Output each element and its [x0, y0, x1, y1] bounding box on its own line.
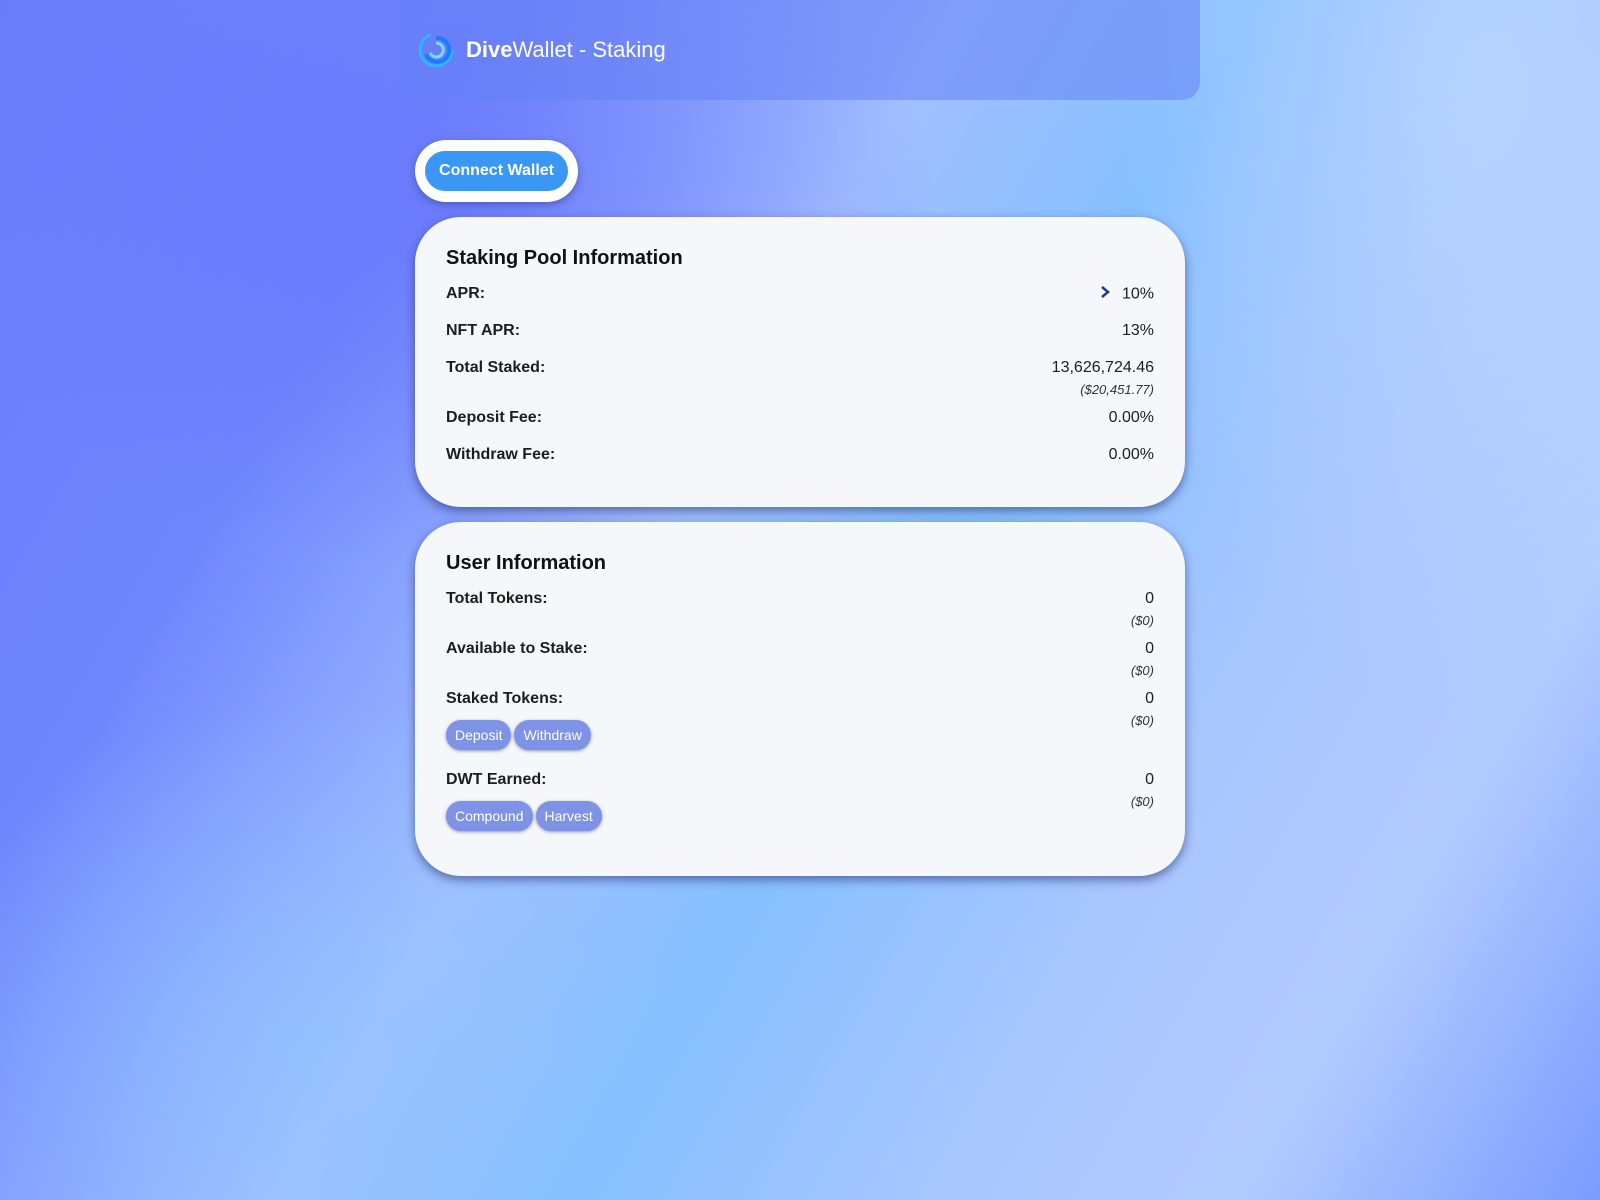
- withdraw-fee-row: Withdraw Fee: 0.00%: [446, 446, 1154, 483]
- user-info-title: User Information: [446, 552, 607, 574]
- staked-tokens-usd: ($0): [1130, 713, 1154, 728]
- staked-tokens-value: 0: [1145, 690, 1154, 707]
- staking-pool-card: Staking Pool Information APR: 10% NFT AP…: [415, 217, 1185, 507]
- deposit-fee-label: Deposit Fee:: [446, 409, 543, 426]
- apr-value: 10%: [1121, 285, 1154, 303]
- total-staked-value: 13,626,724.46: [1051, 359, 1154, 376]
- dwt-earned-values: 0 ($0): [1131, 771, 1154, 852]
- apr-label: APR:: [446, 285, 486, 302]
- available-usd: ($0): [1130, 663, 1154, 678]
- available-row: Available to Stake: 0 ($0): [446, 640, 1154, 690]
- nft-apr-row: NFT APR: 13%: [446, 322, 1154, 359]
- total-tokens-row: Total Tokens: 0 ($0): [446, 590, 1154, 640]
- deposit-fee-value: 0.00%: [1108, 409, 1154, 426]
- user-info-card: User Information Total Tokens: 0 ($0) Av…: [415, 522, 1185, 876]
- total-tokens-value: 0: [1145, 590, 1154, 607]
- total-tokens-values: 0 ($0): [1131, 590, 1154, 640]
- swirl-logo-icon: [418, 32, 454, 68]
- connect-wallet-button[interactable]: Connect Wallet: [425, 151, 568, 191]
- brand-bold: Dive: [466, 37, 513, 62]
- nft-apr-label: NFT APR:: [446, 322, 521, 339]
- staking-pool-title: Staking Pool Information: [446, 247, 683, 269]
- total-staked-row: Total Staked: 13,626,724.46 ($20,451.77): [446, 359, 1154, 409]
- available-values: 0 ($0): [1131, 640, 1154, 690]
- nft-apr-value: 13%: [1121, 322, 1154, 339]
- chevron-right-icon[interactable]: [1100, 285, 1110, 304]
- total-staked-label: Total Staked:: [446, 359, 546, 376]
- app-title: DiveWallet - Staking: [466, 37, 666, 63]
- total-staked-usd: ($20,451.77): [1080, 382, 1154, 397]
- total-staked-values: 13,626,724.46 ($20,451.77): [1052, 359, 1154, 409]
- connect-wallet-container: Connect Wallet: [415, 140, 578, 202]
- deposit-fee-row: Deposit Fee: 0.00%: [446, 409, 1154, 446]
- harvest-button[interactable]: Harvest: [535, 801, 602, 831]
- apr-row: APR: 10%: [446, 285, 1154, 322]
- total-tokens-label: Total Tokens:: [446, 590, 548, 607]
- withdraw-button[interactable]: Withdraw: [514, 720, 591, 750]
- app-header: DiveWallet - Staking: [400, 0, 1200, 100]
- dwt-earned-value: 0: [1145, 771, 1154, 788]
- staked-tokens-row: Staked Tokens: 0 ($0) Deposit Withdraw: [446, 690, 1154, 771]
- dwt-earned-usd: ($0): [1130, 794, 1154, 809]
- brand-rest: Wallet - Staking: [512, 37, 666, 62]
- withdraw-fee-label: Withdraw Fee:: [446, 446, 556, 463]
- staked-tokens-values: 0 ($0): [1131, 690, 1154, 771]
- earned-actions: Compound Harvest: [446, 801, 605, 831]
- dwt-earned-row: DWT Earned: 0 ($0) Compound Harvest: [446, 771, 1154, 852]
- deposit-button[interactable]: Deposit: [446, 720, 512, 750]
- total-tokens-usd: ($0): [1130, 613, 1154, 628]
- available-label: Available to Stake:: [446, 640, 588, 657]
- staked-actions: Deposit Withdraw: [446, 720, 594, 750]
- available-value: 0: [1145, 640, 1154, 657]
- compound-button[interactable]: Compound: [446, 801, 533, 831]
- withdraw-fee-value: 0.00%: [1108, 446, 1154, 463]
- apr-value-group: 10%: [1100, 285, 1154, 322]
